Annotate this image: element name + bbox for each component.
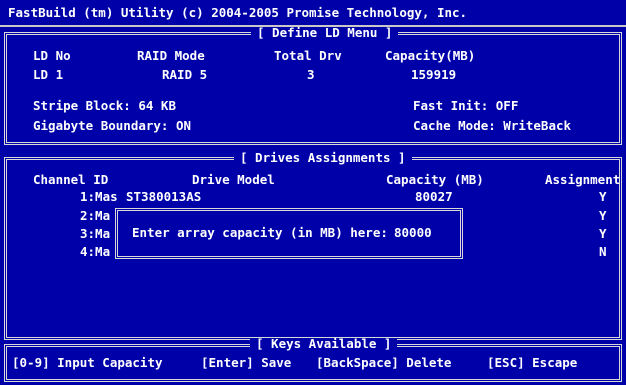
capacity-entry-dialog: Enter array capacity (in MB) here: 80000 (115, 208, 463, 259)
app-title: FastBuild (tm) Utility (c) 2004-2005 Pro… (8, 5, 468, 20)
ld-no-value[interactable]: LD 1 (33, 68, 63, 82)
assignment-header: Assignment (545, 172, 621, 187)
drive-row-3-channel[interactable]: 3:Ma (80, 227, 110, 241)
total-drv-header: Total Drv (274, 48, 342, 63)
drive-row-4-assignment[interactable]: N (599, 245, 607, 259)
raid-mode-value[interactable]: RAID 5 (162, 68, 207, 82)
keys-available-legend: [ Keys Available ] (250, 337, 398, 351)
raid-mode-header: RAID Mode (137, 48, 205, 63)
drives-assignments-legend: [ Drives Assignments ] (234, 151, 412, 165)
drive-row-1-channel[interactable]: 1:Mas (80, 190, 118, 204)
title-bar: FastBuild (tm) Utility (c) 2004-2005 Pro… (0, 0, 626, 27)
capacity-value[interactable]: 159919 (411, 68, 456, 82)
drive-row-2-channel[interactable]: 2:Ma (80, 209, 110, 223)
ld-no-header: LD No (33, 48, 71, 63)
capacity-header: Capacity(MB) (385, 48, 476, 63)
key-escape: [ESC] Escape (487, 355, 578, 370)
key-input-capacity: [0-9] Input Capacity (12, 355, 163, 370)
drive-row-1-model[interactable]: ST380013AS (126, 190, 201, 204)
channel-id-header: Channel ID (33, 172, 109, 187)
stripe-block-setting[interactable]: Stripe Block: 64 KB (33, 99, 176, 113)
key-delete: [BackSpace] Delete (316, 355, 452, 370)
drive-row-1-assignment[interactable]: Y (599, 190, 607, 204)
capacity-input[interactable]: 80000 (394, 226, 432, 240)
drive-row-2-assignment[interactable]: Y (599, 209, 607, 223)
fast-init-setting[interactable]: Fast Init: OFF (413, 99, 518, 113)
gigabyte-boundary-setting[interactable]: Gigabyte Boundary: ON (33, 119, 191, 133)
capacity-prompt: Enter array capacity (in MB) here: (132, 225, 388, 240)
drive-row-3-assignment[interactable]: Y (599, 227, 607, 241)
drive-row-1-capacity[interactable]: 80027 (415, 190, 453, 204)
cache-mode-setting[interactable]: Cache Mode: WriteBack (413, 119, 571, 133)
define-ld-legend: [ Define LD Menu ] (251, 26, 399, 40)
total-drv-value[interactable]: 3 (307, 68, 315, 82)
drive-row-4-channel[interactable]: 4:Ma (80, 245, 110, 259)
key-save: [Enter] Save (201, 355, 292, 370)
drive-model-header: Drive Model (192, 172, 275, 187)
drive-capacity-header: Capacity (MB) (386, 172, 484, 187)
